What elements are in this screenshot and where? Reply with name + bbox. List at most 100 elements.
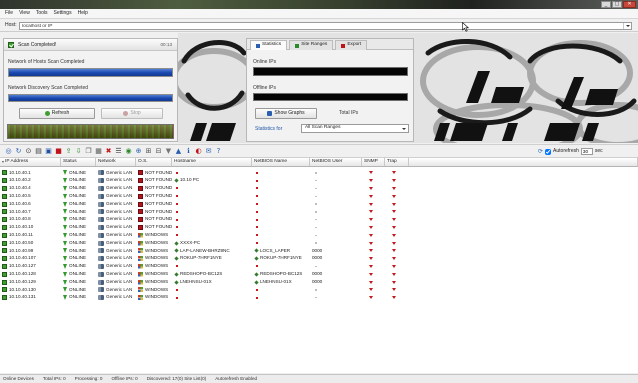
menu-item-file[interactable]: File (5, 11, 13, 16)
network-text: Generic LAN (106, 255, 133, 261)
table-row[interactable]: 10.10.40.6 ONLINE Generic LAN NOT FOUND (0, 200, 638, 208)
status-text: ONLINE (69, 169, 87, 175)
column-header-netbios-user[interactable]: NetBIOS User (310, 158, 362, 166)
netbios-name-cell (252, 286, 310, 294)
table-row[interactable]: 10.10.40.10 ONLINE Generic LAN NOT FOUND (0, 224, 638, 232)
snmp-cell (362, 185, 385, 193)
stop-button[interactable]: Stop (101, 108, 163, 119)
zoom-out-icon[interactable]: ⊟ (154, 147, 163, 156)
properties-icon[interactable]: ☰ (114, 147, 123, 156)
statistics-range-select[interactable]: All Scan Ranges (301, 124, 409, 133)
online-ips-label: Online IPs (253, 59, 277, 65)
table-row[interactable]: 10.10.40.130 ONLINE Generic LAN WINDOWS (0, 286, 638, 294)
menu-item-help[interactable]: Help (78, 11, 88, 16)
column-header-o-s[interactable]: O.S. (136, 158, 172, 166)
stop-icon[interactable]: ■ (54, 147, 63, 156)
table-row[interactable]: 10.10.40.7 ONLINE Generic LAN NOT FOUND (0, 208, 638, 216)
menu-item-tools[interactable]: Tools (36, 11, 48, 16)
trace-icon[interactable]: ⊕ (134, 147, 143, 156)
table-row[interactable]: 10.10.40.99 ONLINE Generic LAN WINDOWS LAP-L… (0, 247, 638, 255)
network-cell: Generic LAN (96, 294, 136, 302)
os-text: WINDOWS (145, 263, 169, 269)
status-text: ONLINE (69, 192, 87, 198)
column-header-hostname[interactable]: Hostname (172, 158, 252, 166)
close-icon[interactable]: ✕ (623, 1, 636, 8)
snmp-unavailable-icon (369, 179, 373, 183)
trap-cell (385, 185, 409, 193)
column-header-netbios-name[interactable]: NetBIOS Name (252, 158, 310, 166)
up-icon[interactable]: ▲ (174, 147, 183, 156)
column-header-snmp[interactable]: SNMP (362, 158, 385, 166)
hostname-resolved-icon (174, 248, 179, 253)
refresh-icon[interactable]: ↻ (14, 147, 23, 156)
host-input[interactable] (19, 22, 632, 30)
minimize-icon[interactable]: _ (601, 1, 611, 8)
table-row[interactable]: 10.10.40.11 ONLINE Generic LAN WINDOWS (0, 231, 638, 239)
filter-icon[interactable]: ▼ (164, 147, 173, 156)
tab-site-ranges-icon (295, 43, 300, 48)
search-icon[interactable]: ◎ (4, 147, 13, 156)
table-row[interactable]: 10.10.40.1 ONLINE Generic LAN NOT FOUND (0, 169, 638, 177)
table-row[interactable]: 10.10.40.4 ONLINE Generic LAN NOT FOUND (0, 185, 638, 193)
tab-site-ranges[interactable]: Site Ranges (289, 40, 334, 50)
show-graphs-button[interactable]: Show Graphs (255, 108, 317, 119)
netbios-user-text: 0000 (312, 270, 323, 276)
tab-statistics[interactable]: Statistics (250, 40, 288, 50)
column-header-trap[interactable]: Trap (385, 158, 409, 166)
netbios-missing-icon (256, 234, 258, 237)
autorefresh-interval-input[interactable] (580, 148, 593, 155)
hosts-scan-progress (8, 68, 173, 77)
web-icon[interactable]: ◐ (194, 147, 203, 156)
save-icon[interactable]: ▣ (44, 147, 53, 156)
table-row[interactable]: 10.10.40.129 ONLINE Generic LAN WINDOWS LNEH… (0, 278, 638, 286)
trap-unavailable-icon (392, 225, 396, 229)
network-text: Generic LAN (106, 169, 133, 175)
refresh-button[interactable]: Refresh (19, 108, 95, 119)
column-header-label: Trap (387, 158, 397, 164)
autorefresh-checkbox[interactable] (545, 148, 552, 155)
table-row[interactable]: 10.10.40.50 ONLINE Generic LAN WINDOWS XXXX-… (0, 239, 638, 247)
network-icon (98, 279, 104, 285)
trap-cell (385, 169, 409, 177)
copy-icon[interactable]: ❐ (84, 147, 93, 156)
info-icon[interactable]: ℹ (184, 147, 193, 156)
table-row[interactable]: 10.10.40.8 ONLINE Generic LAN NOT FOUND (0, 216, 638, 224)
menu-item-view[interactable]: View (19, 11, 30, 16)
zoom-in-icon[interactable]: ⊞ (144, 147, 153, 156)
table-row[interactable]: 10.10.40.127 ONLINE Generic LAN WINDOWS (0, 263, 638, 271)
mail-icon[interactable]: ✉ (204, 147, 213, 156)
hostname-cell (172, 294, 252, 302)
scan-range-icon[interactable]: ▤ (34, 147, 43, 156)
netbios-user-text: 0000 (312, 278, 323, 284)
status-cell: ONLINE (61, 177, 96, 185)
status-cell: ONLINE (61, 286, 96, 294)
column-header-ip-address[interactable]: IP Address (0, 158, 61, 166)
column-header-network[interactable]: Network (96, 158, 136, 166)
os-cell: NOT FOUND (136, 169, 172, 177)
status-cell: ONLINE (61, 294, 96, 302)
export-icon[interactable]: ⇪ (64, 147, 73, 156)
table-row[interactable]: 10.10.40.2 ONLINE Generic LAN NOT FOUND 10.1… (0, 177, 638, 185)
table-row[interactable]: 10.10.40.107 ONLINE Generic LAN WINDOWS ROKU… (0, 255, 638, 263)
results-table-body[interactable]: 10.10.40.1 ONLINE Generic LAN NOT FOUND 10.1… (0, 167, 638, 373)
table-row[interactable]: 10.10.40.131 ONLINE Generic LAN WINDOWS (0, 294, 638, 302)
menu-item-settings[interactable]: Settings (54, 11, 72, 16)
ip-address: 10.10.40.131 (9, 294, 36, 300)
grid-icon[interactable]: ▦ (94, 147, 103, 156)
maximize-icon[interactable]: □ (612, 1, 622, 8)
os-text: WINDOWS (145, 255, 169, 261)
table-row[interactable]: 10.10.40.5 ONLINE Generic LAN NOT FOUND (0, 192, 638, 200)
column-header-status[interactable]: Status (61, 158, 96, 166)
network-icon (98, 185, 104, 191)
help-icon[interactable]: ? (214, 147, 223, 156)
tab-export[interactable]: Export (335, 40, 368, 50)
delete-icon[interactable]: ✖ (104, 147, 113, 156)
binoculars-icon[interactable]: ⊙ (24, 147, 33, 156)
netbios-user-empty-icon (315, 179, 317, 182)
host-dropdown-icon[interactable] (623, 23, 631, 29)
autorefresh-icon[interactable]: ⟳ (538, 148, 543, 155)
table-row[interactable]: 10.10.40.128 ONLINE Generic LAN WINDOWS REDS… (0, 270, 638, 278)
hostname-resolved-icon (174, 279, 179, 285)
ping-icon[interactable]: ◉ (124, 147, 133, 156)
import-icon[interactable]: ⇩ (74, 147, 83, 156)
